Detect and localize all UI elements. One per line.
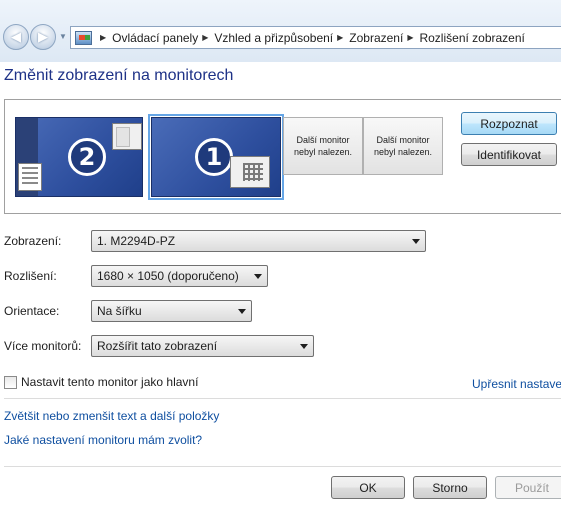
multiple-displays-select-value: Rozšířit tato zobrazení	[97, 339, 218, 353]
breadcrumb-appearance[interactable]: Vzhled a přizpůsobení	[214, 31, 333, 45]
monitor-1-tile[interactable]: 1	[148, 114, 284, 200]
chevron-down-icon	[412, 239, 420, 244]
display-select[interactable]: 1. M2294D-PZ	[91, 230, 426, 252]
breadcrumb-separator-icon[interactable]: ▶	[100, 33, 106, 42]
monitor-2-number: 2	[68, 138, 106, 176]
breadcrumb-display[interactable]: Zobrazení	[349, 31, 403, 45]
display-label: Zobrazení:	[4, 234, 62, 248]
forward-arrow-icon: ▶	[38, 29, 48, 44]
monitor-2-tile[interactable]: 2	[15, 117, 143, 197]
breadcrumb-separator-icon[interactable]: ▶	[407, 33, 413, 42]
apply-button[interactable]: Použít	[495, 476, 561, 499]
main-monitor-checkbox[interactable]	[4, 375, 17, 389]
monitor-1-number: 1	[195, 138, 233, 176]
multiple-displays-label: Více monitorů:	[4, 339, 82, 353]
chevron-down-icon	[238, 309, 246, 314]
mini-list-window-icon	[18, 163, 42, 191]
orientation-label: Orientace:	[4, 304, 60, 318]
help-link[interactable]: Jaké nastavení monitoru mám zvolit?	[4, 433, 202, 447]
navigation-bar: ◀ ▶ ▼ ▶ Ovládací panely ▶ Vzhled a přizp…	[0, 0, 561, 62]
back-arrow-icon: ◀	[11, 29, 21, 44]
mini-window-icon	[112, 123, 142, 150]
control-panel-icon	[75, 30, 92, 45]
chevron-down-icon	[254, 274, 262, 279]
divider	[4, 466, 561, 467]
detect-button[interactable]: Rozpoznat	[461, 112, 557, 135]
cancel-button[interactable]: Storno	[413, 476, 487, 499]
chevron-down-icon	[300, 344, 308, 349]
identify-button[interactable]: Identifikovat	[461, 143, 557, 166]
breadcrumb-control-panel[interactable]: Ovládací panely	[112, 31, 198, 45]
ok-button[interactable]: OK	[331, 476, 405, 499]
multiple-displays-select[interactable]: Rozšířit tato zobrazení	[91, 335, 314, 357]
page-title: Změnit zobrazení na monitorech	[4, 67, 234, 84]
divider	[4, 398, 561, 399]
breadcrumb-separator-icon[interactable]: ▶	[202, 33, 208, 42]
main-monitor-label[interactable]: Nastavit tento monitor jako hlavní	[21, 375, 198, 389]
text-size-link[interactable]: Zvětšit nebo zmenšit text a další položk…	[4, 409, 219, 423]
forward-button[interactable]: ▶	[30, 24, 56, 50]
advanced-settings-link[interactable]: Upřesnit nastavení	[472, 377, 561, 391]
mini-grid-icon	[243, 163, 263, 181]
monitor-not-found-tile[interactable]: Další monitor nebyl nalezen.	[363, 117, 443, 175]
back-button[interactable]: ◀	[3, 24, 29, 50]
display-select-value: 1. M2294D-PZ	[97, 234, 176, 248]
resolution-label: Rozlišení:	[4, 269, 57, 283]
resolution-select-value: 1680 × 1050 (doporučeno)	[97, 269, 239, 283]
breadcrumb-screen-resolution[interactable]: Rozlišení zobrazení	[419, 31, 524, 45]
recent-pages-dropdown-icon[interactable]: ▼	[59, 33, 67, 41]
monitor-not-found-tile[interactable]: Další monitor nebyl nalezen.	[283, 117, 363, 175]
orientation-select[interactable]: Na šířku	[91, 300, 252, 322]
breadcrumb-separator-icon[interactable]: ▶	[337, 33, 343, 42]
resolution-select[interactable]: 1680 × 1050 (doporučeno)	[91, 265, 268, 287]
mini-window-icon	[230, 156, 270, 188]
main-monitor-option[interactable]: Nastavit tento monitor jako hlavní	[4, 375, 198, 389]
orientation-select-value: Na šířku	[97, 304, 142, 318]
address-bar[interactable]: ▶ Ovládací panely ▶ Vzhled a přizpůsoben…	[70, 26, 561, 49]
